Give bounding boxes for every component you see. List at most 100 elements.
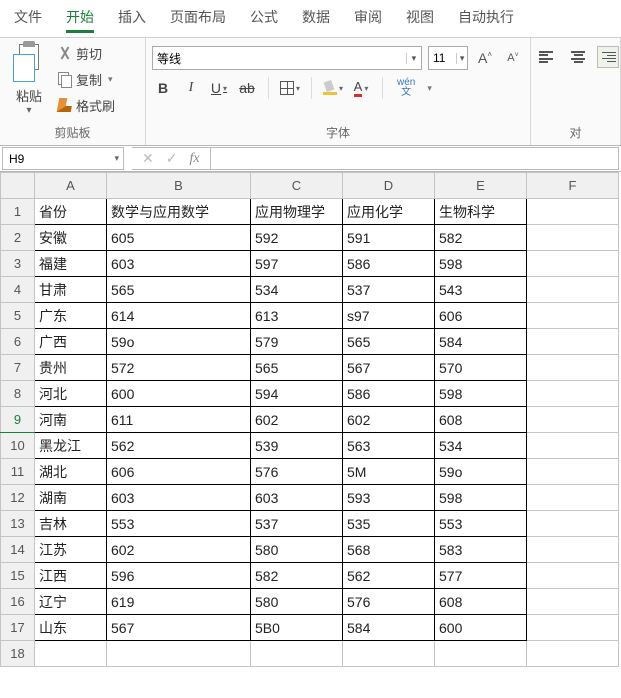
cell[interactable]: 568 bbox=[343, 537, 435, 563]
cell[interactable] bbox=[527, 641, 619, 667]
cell[interactable] bbox=[527, 355, 619, 381]
formula-input-wrap[interactable] bbox=[210, 147, 619, 170]
cell[interactable] bbox=[107, 641, 251, 667]
formula-input[interactable] bbox=[211, 148, 618, 169]
cut-button[interactable]: 剪切 bbox=[58, 42, 115, 64]
cell[interactable]: 602 bbox=[107, 537, 251, 563]
menu-tab-0[interactable]: 文件 bbox=[2, 0, 54, 37]
cell[interactable] bbox=[527, 485, 619, 511]
menu-tab-7[interactable]: 视图 bbox=[394, 0, 446, 37]
row-header-18[interactable]: 18 bbox=[1, 641, 35, 667]
cell[interactable] bbox=[527, 563, 619, 589]
cell[interactable]: s97 bbox=[343, 303, 435, 329]
cell[interactable]: 576 bbox=[251, 459, 343, 485]
cell[interactable] bbox=[527, 251, 619, 277]
cell[interactable]: 563 bbox=[343, 433, 435, 459]
cell[interactable]: 598 bbox=[435, 381, 527, 407]
menu-tab-3[interactable]: 页面布局 bbox=[158, 0, 238, 37]
cell[interactable]: 603 bbox=[107, 485, 251, 511]
row-header-8[interactable]: 8 bbox=[1, 381, 35, 407]
select-all-corner[interactable] bbox=[1, 173, 35, 199]
cell[interactable]: 生物科学 bbox=[435, 199, 527, 225]
font-size-input[interactable] bbox=[429, 47, 456, 69]
cell[interactable]: 广西 bbox=[35, 329, 107, 355]
chevron-down-icon[interactable]: ▾ bbox=[456, 53, 467, 64]
cell[interactable]: 583 bbox=[435, 537, 527, 563]
cell[interactable] bbox=[527, 329, 619, 355]
col-header-F[interactable]: F bbox=[527, 173, 619, 199]
cell[interactable]: 598 bbox=[435, 485, 527, 511]
col-header-C[interactable]: C bbox=[251, 173, 343, 199]
decrease-font-button[interactable]: A˅ bbox=[502, 47, 524, 69]
col-header-B[interactable]: B bbox=[107, 173, 251, 199]
cell[interactable]: 603 bbox=[107, 251, 251, 277]
row-header-3[interactable]: 3 bbox=[1, 251, 35, 277]
cell[interactable]: 5M bbox=[343, 459, 435, 485]
cell[interactable]: 537 bbox=[343, 277, 435, 303]
cell[interactable]: 602 bbox=[251, 407, 343, 433]
cell[interactable] bbox=[527, 511, 619, 537]
accept-formula-button[interactable]: ✓ bbox=[166, 150, 178, 167]
cell[interactable]: 584 bbox=[343, 615, 435, 641]
chevron-down-icon[interactable]: ▾ bbox=[427, 83, 432, 94]
name-box[interactable]: ▾ bbox=[2, 147, 124, 170]
cell[interactable]: 576 bbox=[343, 589, 435, 615]
cell[interactable]: 606 bbox=[435, 303, 527, 329]
menu-tab-2[interactable]: 插入 bbox=[106, 0, 158, 37]
cell[interactable]: 省份 bbox=[35, 199, 107, 225]
cell[interactable] bbox=[527, 407, 619, 433]
chevron-down-icon[interactable]: ▾ bbox=[108, 74, 113, 85]
cell[interactable] bbox=[527, 277, 619, 303]
row-header-4[interactable]: 4 bbox=[1, 277, 35, 303]
row-header-10[interactable]: 10 bbox=[1, 433, 35, 459]
cell[interactable]: 562 bbox=[343, 563, 435, 589]
cell[interactable]: 福建 bbox=[35, 251, 107, 277]
cell[interactable]: 565 bbox=[107, 277, 251, 303]
row-header-14[interactable]: 14 bbox=[1, 537, 35, 563]
row-header-1[interactable]: 1 bbox=[1, 199, 35, 225]
name-box-input[interactable] bbox=[3, 152, 111, 166]
strikethrough-button[interactable]: ab bbox=[236, 76, 258, 100]
row-header-13[interactable]: 13 bbox=[1, 511, 35, 537]
cell[interactable]: 611 bbox=[107, 407, 251, 433]
row-header-6[interactable]: 6 bbox=[1, 329, 35, 355]
cell[interactable]: 597 bbox=[251, 251, 343, 277]
cell[interactable]: 山东 bbox=[35, 615, 107, 641]
format-painter-button[interactable]: 格式刷 bbox=[58, 94, 115, 116]
cell[interactable]: 579 bbox=[251, 329, 343, 355]
italic-button[interactable]: I bbox=[180, 76, 202, 100]
row-header-2[interactable]: 2 bbox=[1, 225, 35, 251]
cell[interactable]: 603 bbox=[251, 485, 343, 511]
cell[interactable]: 565 bbox=[343, 329, 435, 355]
align-top-right-button[interactable] bbox=[597, 46, 619, 68]
grid[interactable]: ABCDEF 1省份数学与应用数学应用物理学应用化学生物科学2安徽6055925… bbox=[0, 172, 619, 667]
cell[interactable]: 605 bbox=[107, 225, 251, 251]
cell[interactable]: 537 bbox=[251, 511, 343, 537]
cell[interactable]: 59o bbox=[107, 329, 251, 355]
cell[interactable]: 608 bbox=[435, 589, 527, 615]
menu-tab-5[interactable]: 数据 bbox=[290, 0, 342, 37]
fill-color-button[interactable]: ▾ bbox=[322, 76, 344, 100]
cell[interactable] bbox=[527, 225, 619, 251]
cell[interactable]: 贵州 bbox=[35, 355, 107, 381]
cell[interactable]: 应用化学 bbox=[343, 199, 435, 225]
cell[interactable]: 580 bbox=[251, 537, 343, 563]
cell[interactable]: 567 bbox=[107, 615, 251, 641]
cell[interactable]: 湖北 bbox=[35, 459, 107, 485]
cell[interactable]: 59o bbox=[435, 459, 527, 485]
menu-tab-6[interactable]: 审阅 bbox=[342, 0, 394, 37]
increase-font-button[interactable]: A˄ bbox=[474, 47, 496, 69]
cell[interactable]: 586 bbox=[343, 381, 435, 407]
borders-button[interactable]: ▾ bbox=[279, 76, 301, 100]
spreadsheet[interactable]: ABCDEF 1省份数学与应用数学应用物理学应用化学生物科学2安徽6055925… bbox=[0, 172, 621, 698]
cell[interactable]: 553 bbox=[435, 511, 527, 537]
cell[interactable]: 613 bbox=[251, 303, 343, 329]
cell[interactable]: 567 bbox=[343, 355, 435, 381]
cell[interactable] bbox=[527, 589, 619, 615]
cell[interactable] bbox=[343, 641, 435, 667]
row-header-5[interactable]: 5 bbox=[1, 303, 35, 329]
row-header-16[interactable]: 16 bbox=[1, 589, 35, 615]
cell[interactable]: 572 bbox=[107, 355, 251, 381]
cell[interactable]: 577 bbox=[435, 563, 527, 589]
cell[interactable]: 582 bbox=[251, 563, 343, 589]
